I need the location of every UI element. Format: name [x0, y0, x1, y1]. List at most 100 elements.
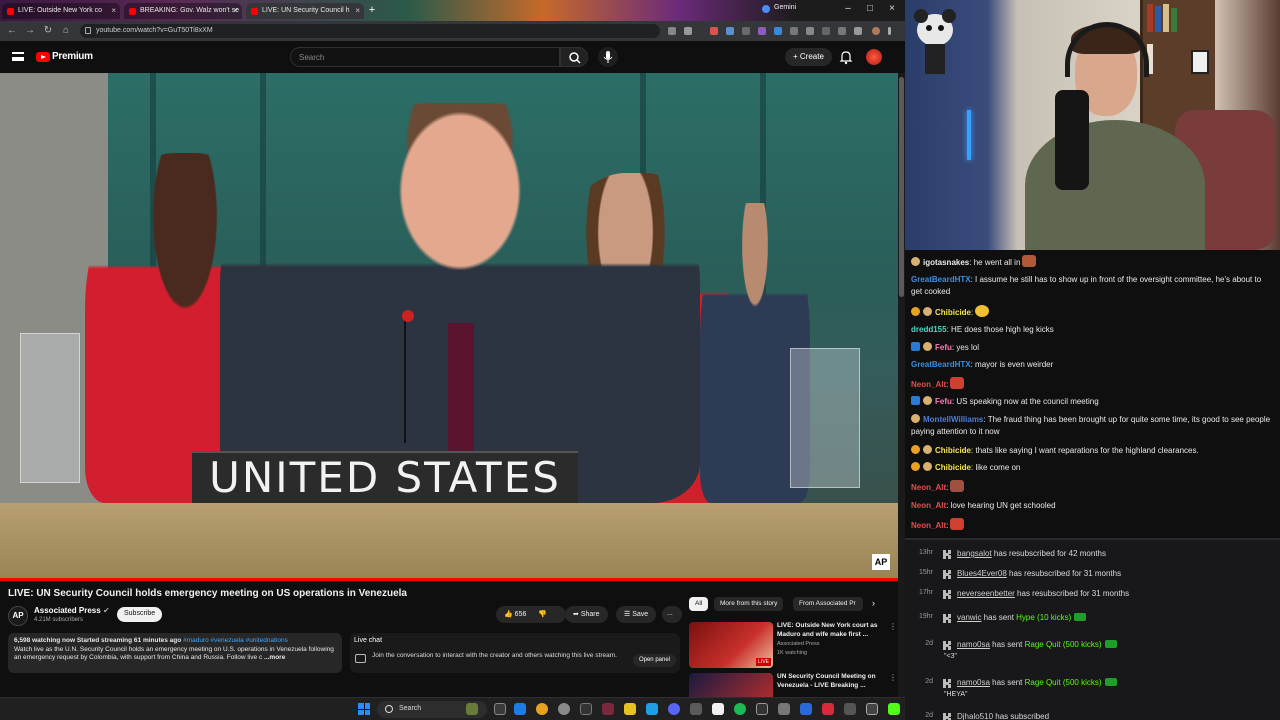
youtube-brand[interactable]: Premium	[52, 51, 93, 62]
app-icon[interactable]	[822, 703, 834, 715]
app-icon[interactable]	[712, 703, 724, 715]
bookmark-star-icon[interactable]	[684, 27, 692, 35]
more-options-icon[interactable]: ⋮	[889, 673, 897, 682]
event-user[interactable]: namo0sa	[957, 678, 990, 687]
extension-icon[interactable]	[838, 27, 846, 35]
windows-start-icon[interactable]	[358, 703, 370, 715]
chip-from-associated-press[interactable]: From Associated Pr	[793, 597, 863, 611]
related-video-channel[interactable]: Associated Press	[777, 641, 820, 647]
description-hashtags[interactable]: #maduro #venezuela #unitednations	[183, 637, 288, 644]
share-button[interactable]: ➦ Share	[565, 606, 608, 623]
video-thumbnail[interactable]	[689, 673, 773, 697]
browser-tab-1[interactable]: LIVE: Outside New York co ×	[2, 3, 120, 19]
chevron-right-icon[interactable]: ›	[872, 598, 875, 608]
spotify-icon[interactable]	[734, 703, 746, 715]
chat-username[interactable]: MontellWilliams	[923, 415, 983, 424]
open-panel-button[interactable]: Open panel	[632, 654, 676, 667]
chat-username[interactable]: Neon_Alt	[911, 521, 946, 530]
save-button[interactable]: ☰ Save	[616, 606, 657, 623]
event-user[interactable]: bangsalot	[957, 549, 992, 558]
close-window-icon[interactable]: ×	[882, 3, 902, 14]
extension-icon[interactable]	[790, 27, 798, 35]
event-user[interactable]: vanwic	[957, 613, 981, 622]
live-progress-bar[interactable]	[0, 578, 898, 581]
extension-icon[interactable]	[710, 27, 718, 35]
event-user[interactable]: namo0sa	[957, 640, 990, 649]
chat-username[interactable]: Chibicide	[935, 446, 971, 455]
event-user[interactable]: Blues4Ever08	[957, 569, 1007, 578]
related-video-item[interactable]: LIVE LIVE: Outside New York court as Mad…	[689, 622, 899, 668]
related-video-title[interactable]: LIVE: Outside New York court as Maduro a…	[777, 622, 887, 639]
site-info-icon[interactable]	[85, 27, 91, 34]
extension-icon[interactable]	[758, 27, 766, 35]
extension-icon[interactable]	[854, 27, 862, 35]
more-options-icon[interactable]: ⋮	[889, 622, 897, 631]
search-input[interactable]: Search	[290, 47, 560, 67]
chat-username[interactable]: Fefu	[935, 343, 952, 352]
extension-icon[interactable]	[726, 27, 734, 35]
page-scrollbar[interactable]	[898, 73, 905, 697]
chat-username[interactable]: Neon_Alt	[911, 380, 946, 389]
dislike-button[interactable]: 👎	[538, 611, 547, 618]
related-video-title[interactable]: UN Security Council Meeting on Venezuela…	[777, 673, 887, 690]
browser-tab-2[interactable]: BREAKING: Gov. Walz won't se ×	[124, 3, 242, 19]
close-tab-icon[interactable]: ×	[233, 6, 238, 15]
extension-icon[interactable]	[774, 27, 782, 35]
close-tab-icon[interactable]: ×	[111, 6, 116, 15]
maximize-icon[interactable]: □	[860, 3, 880, 14]
subscribe-button[interactable]: Subscribe	[117, 607, 163, 622]
app-icon[interactable]	[756, 703, 768, 715]
widget-icon[interactable]	[466, 703, 478, 715]
discord-icon[interactable]	[668, 703, 680, 715]
like-button[interactable]: 👍 656	[504, 611, 526, 618]
profile-icon[interactable]	[872, 27, 880, 35]
chip-all[interactable]: All	[689, 597, 709, 611]
show-more-link[interactable]: ...more	[264, 654, 285, 661]
description-box[interactable]: 6,598 watching now Started streaming 61 …	[8, 633, 342, 673]
chat-username[interactable]: Fefu	[935, 397, 952, 406]
back-icon[interactable]: ←	[6, 25, 18, 36]
app-icon[interactable]	[866, 703, 878, 715]
menu-icon[interactable]	[12, 52, 24, 61]
chat-username[interactable]: Neon_Alt	[911, 501, 946, 510]
chat-username[interactable]: Chibicide	[935, 463, 971, 472]
notifications-button[interactable]	[838, 49, 854, 65]
chat-username[interactable]: GreatBeardHTX	[911, 275, 971, 284]
event-user[interactable]: neverseenbetter	[957, 589, 1015, 598]
app-icon[interactable]	[558, 703, 570, 715]
close-tab-icon[interactable]: ×	[355, 6, 360, 15]
create-button[interactable]: + Create	[785, 48, 832, 66]
extension-icon[interactable]	[822, 27, 830, 35]
scrollbar-thumb[interactable]	[899, 77, 904, 297]
youtube-logo-icon[interactable]	[36, 52, 50, 62]
menu-kebab-icon[interactable]	[888, 27, 891, 35]
account-avatar[interactable]	[866, 49, 882, 65]
reload-icon[interactable]: ↻	[42, 25, 54, 36]
app-icon[interactable]	[844, 703, 856, 715]
video-player[interactable]: UNITED STATES AP	[0, 73, 898, 578]
related-video-item[interactable]: UN Security Council Meeting on Venezuela…	[689, 673, 899, 697]
forward-icon[interactable]: →	[24, 25, 36, 36]
puzzle-icon[interactable]	[806, 27, 814, 35]
app-icon[interactable]	[690, 703, 702, 715]
url-field[interactable]: youtube.com/watch?v=GuT50Ti8xXM	[80, 24, 660, 38]
chrome-icon[interactable]	[536, 703, 548, 715]
search-button[interactable]	[560, 47, 588, 67]
event-user[interactable]: Djhalo510	[957, 712, 993, 720]
chat-username[interactable]: Neon_Alt	[911, 483, 946, 492]
minimize-icon[interactable]: –	[838, 3, 858, 14]
voice-search-button[interactable]	[598, 47, 618, 67]
app-icon[interactable]	[800, 703, 812, 715]
chat-username[interactable]: GreatBeardHTX	[911, 360, 971, 369]
install-icon[interactable]	[668, 27, 676, 35]
new-tab-button[interactable]: +	[366, 4, 378, 16]
kick-icon[interactable]	[888, 703, 900, 715]
file-explorer-icon[interactable]	[624, 703, 636, 715]
app-icon[interactable]	[602, 703, 614, 715]
chat-username[interactable]: dredd155	[911, 325, 947, 334]
browser-tab-3[interactable]: LIVE: UN Security Council h ×	[246, 3, 364, 19]
app-icon[interactable]	[778, 703, 790, 715]
app-icon[interactable]	[646, 703, 658, 715]
extension-icon[interactable]	[742, 27, 750, 35]
terminal-icon[interactable]	[580, 703, 592, 715]
